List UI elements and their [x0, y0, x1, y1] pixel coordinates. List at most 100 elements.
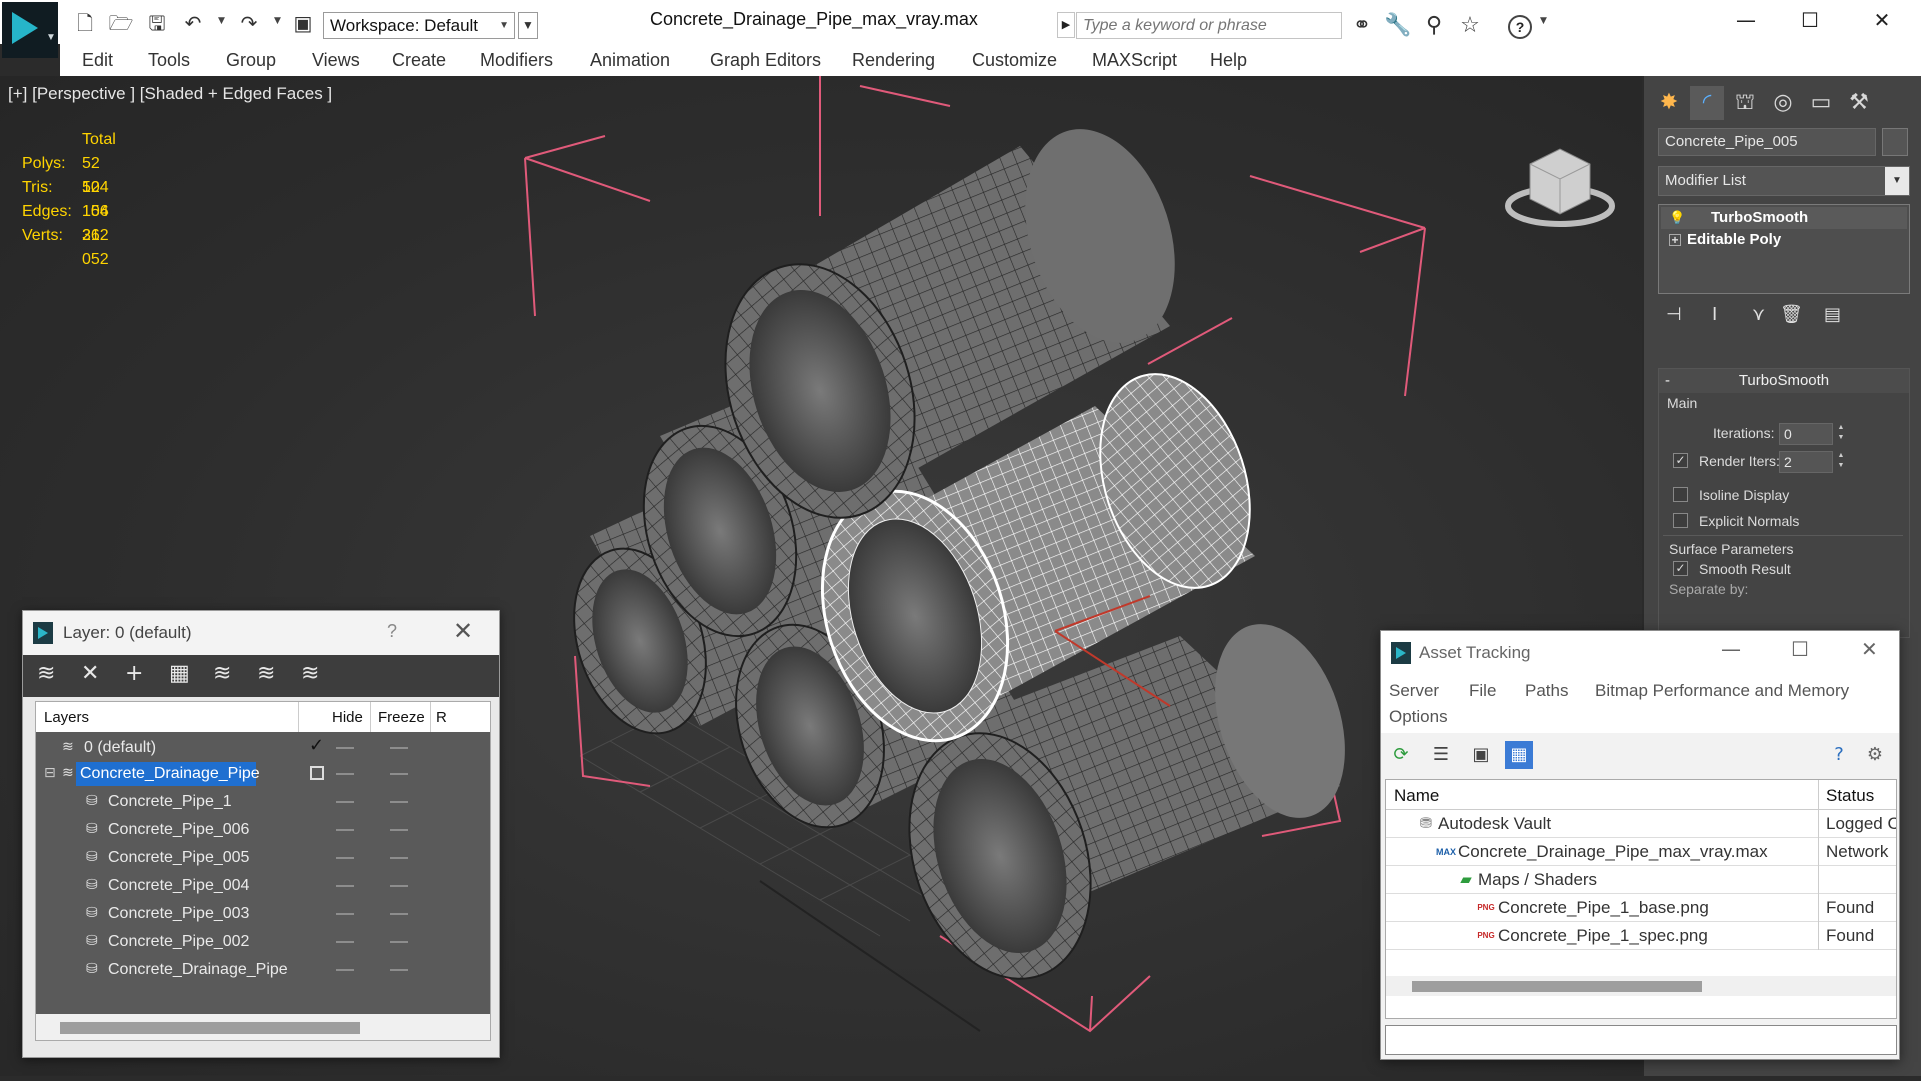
dialog-titlebar[interactable]: Asset Tracking — ☐ ✕: [1381, 631, 1899, 675]
close-icon[interactable]: ✕: [1861, 637, 1878, 661]
scrollbar-thumb[interactable]: [60, 1022, 360, 1034]
object-row[interactable]: ⛁ Concrete_Pipe_005: [36, 844, 480, 872]
set-current-layer-checkbox[interactable]: [310, 766, 324, 780]
maximize-icon[interactable]: ☐: [1791, 637, 1809, 661]
table-view-icon[interactable]: ▦: [1505, 741, 1533, 769]
column-status[interactable]: Status: [1826, 786, 1874, 806]
list-view-icon[interactable]: ☰: [1427, 741, 1455, 769]
object-row[interactable]: ⛁ Concrete_Pipe_003: [36, 900, 480, 928]
search-input[interactable]: [1076, 12, 1342, 39]
horizontal-scrollbar[interactable]: [1386, 976, 1896, 996]
menu-rendering[interactable]: Rendering: [852, 50, 935, 71]
freeze-toggle[interactable]: [390, 773, 408, 775]
delete-layer-icon[interactable]: ✕: [81, 661, 99, 686]
menu-views[interactable]: Views: [312, 50, 360, 71]
utilities-tab-icon[interactable]: ⚒: [1842, 86, 1876, 120]
asset-name[interactable]: Concrete_Pipe_1_base.png: [1498, 898, 1709, 918]
menu-group[interactable]: Group: [226, 50, 276, 71]
minimize-icon[interactable]: —: [1721, 637, 1741, 661]
menu-tools[interactable]: Tools: [148, 50, 190, 71]
column-layers[interactable]: Layers: [44, 709, 89, 726]
menu-graph-editors[interactable]: Graph Editors: [710, 50, 821, 71]
menu-animation[interactable]: Animation: [590, 50, 670, 71]
stack-item-editable-poly[interactable]: + Editable Poly: [1661, 229, 1907, 251]
display-tab-icon[interactable]: ▭: [1804, 86, 1838, 120]
layer-name[interactable]: 0 (default): [80, 736, 162, 760]
new-layer-icon[interactable]: ≋: [37, 661, 55, 686]
new-file-icon[interactable]: 🗋: [72, 10, 98, 36]
freeze-all-layers-icon[interactable]: ≋: [301, 661, 319, 686]
project-folder-icon[interactable]: ▣: [290, 10, 316, 36]
hierarchy-tab-icon[interactable]: ⛫: [1728, 86, 1762, 120]
hide-all-layers-icon[interactable]: ≋: [257, 661, 275, 686]
column-hide[interactable]: Hide: [332, 709, 363, 726]
object-name-field[interactable]: Concrete_Pipe_005: [1658, 128, 1876, 156]
freeze-toggle[interactable]: [390, 747, 408, 749]
freeze-toggle[interactable]: [390, 829, 408, 831]
object-row[interactable]: ⛁ Concrete_Drainage_Pipe: [36, 956, 480, 984]
object-name[interactable]: Concrete_Pipe_1: [104, 790, 238, 814]
undo-icon[interactable]: ↶: [180, 10, 206, 36]
pin-stack-icon[interactable]: ⊣: [1666, 304, 1682, 325]
close-icon[interactable]: ✕: [1862, 4, 1902, 36]
make-unique-icon[interactable]: ⋎: [1752, 304, 1765, 325]
object-row[interactable]: ⛁ Concrete_Pipe_002: [36, 928, 480, 956]
app-menu-button[interactable]: ▼: [2, 2, 58, 58]
thumbnail-view-icon[interactable]: ▣: [1467, 741, 1495, 769]
search-expand-icon[interactable]: ▶: [1057, 12, 1075, 38]
create-tab-icon[interactable]: ✸: [1652, 86, 1686, 120]
redo-dropdown-icon[interactable]: ▼: [274, 16, 281, 26]
undo-dropdown-icon[interactable]: ▼: [218, 16, 225, 26]
minimize-icon[interactable]: —: [1726, 4, 1766, 36]
object-name[interactable]: Concrete_Pipe_006: [104, 818, 255, 842]
menu-create[interactable]: Create: [392, 50, 446, 71]
hide-toggle[interactable]: [336, 773, 354, 775]
layer-row-selected[interactable]: ⊟ ≋ Concrete_Drainage_Pipe: [36, 760, 480, 788]
workspace-dropdown[interactable]: Workspace: Default ▼: [323, 12, 515, 39]
add-to-layer-icon[interactable]: +: [125, 661, 143, 686]
redo-icon[interactable]: ↷: [236, 10, 262, 36]
asset-row[interactable]: PNG Concrete_Pipe_1_spec.png Found: [1386, 922, 1896, 950]
object-name[interactable]: Concrete_Pipe_003: [104, 902, 255, 926]
hide-toggle[interactable]: [336, 857, 354, 859]
menu-server[interactable]: Server: [1389, 681, 1439, 701]
asset-name[interactable]: Autodesk Vault: [1438, 814, 1551, 834]
menu-maxscript[interactable]: MAXScript: [1092, 50, 1177, 71]
object-name[interactable]: Concrete_Pipe_002: [104, 930, 255, 954]
object-name[interactable]: Concrete_Pipe_005: [104, 846, 255, 870]
menu-help[interactable]: Help: [1210, 50, 1247, 71]
render-iters-checkbox[interactable]: ✓: [1673, 453, 1688, 468]
asset-row[interactable]: ▰ Maps / Shaders: [1386, 866, 1896, 894]
object-row[interactable]: ⛁ Concrete_Pipe_1: [36, 788, 480, 816]
settings-help-icon[interactable]: ⚙: [1861, 741, 1889, 769]
save-icon[interactable]: 🖫: [144, 10, 170, 36]
spinner-arrows-icon[interactable]: ▲ ▼: [1835, 451, 1847, 473]
help-icon[interactable]: ?: [1825, 741, 1853, 769]
freeze-toggle[interactable]: [390, 885, 408, 887]
hide-toggle[interactable]: [336, 913, 354, 915]
hide-toggle[interactable]: [336, 829, 354, 831]
object-row[interactable]: ⛁ Concrete_Pipe_004: [36, 872, 480, 900]
freeze-toggle[interactable]: [390, 969, 408, 971]
close-icon[interactable]: ✕: [453, 617, 473, 645]
menu-bitmap-performance[interactable]: Bitmap Performance and Memory: [1595, 681, 1849, 701]
asset-row[interactable]: ⛃ Autodesk Vault Logged C: [1386, 810, 1896, 838]
column-render[interactable]: R: [436, 709, 447, 726]
dialog-titlebar[interactable]: Layer: 0 (default) ? ✕: [23, 611, 499, 655]
horizontal-scrollbar[interactable]: [36, 1014, 490, 1040]
freeze-toggle[interactable]: [390, 913, 408, 915]
lightbulb-icon[interactable]: 💡: [1669, 207, 1685, 229]
tools-icon[interactable]: 🔧: [1384, 12, 1412, 40]
modify-tab-icon[interactable]: ◜: [1690, 86, 1724, 120]
menu-paths[interactable]: Paths: [1525, 681, 1568, 701]
layer-name[interactable]: Concrete_Drainage_Pipe: [76, 762, 260, 786]
modifier-list-dropdown[interactable]: Modifier List ▼: [1658, 166, 1910, 196]
asset-row[interactable]: MAX Concrete_Drainage_Pipe_max_vray.max …: [1386, 838, 1896, 866]
layer-row[interactable]: ≋ 0 (default) ✓: [36, 734, 480, 762]
stack-item-turbosmooth[interactable]: 💡 TurboSmooth: [1661, 207, 1907, 229]
spinner-arrows-icon[interactable]: ▲ ▼: [1835, 423, 1847, 445]
freeze-toggle[interactable]: [390, 857, 408, 859]
motion-tab-icon[interactable]: ◎: [1766, 86, 1800, 120]
column-freeze[interactable]: Freeze: [378, 709, 425, 726]
favorites-star-icon[interactable]: ☆: [1456, 12, 1484, 40]
